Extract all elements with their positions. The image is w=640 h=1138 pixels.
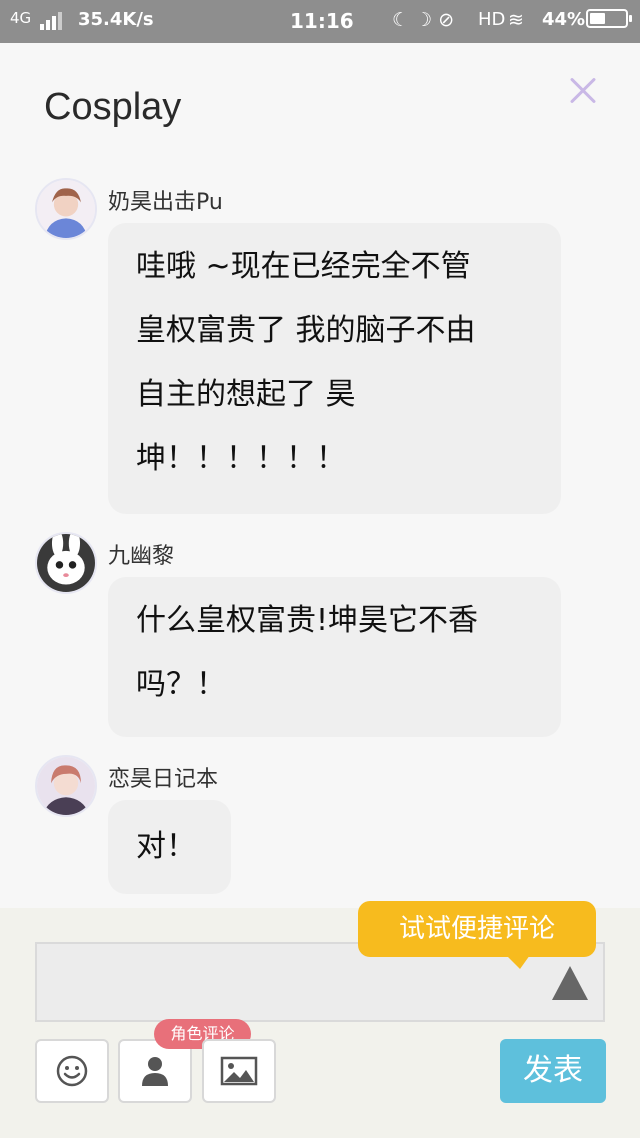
comment-line: 坤！！！！！！ (136, 441, 346, 476)
emoji-icon (56, 1055, 88, 1087)
quick-comment-tip-label: 试试便捷评论 (398, 914, 555, 944)
quick-comment-tip[interactable]: 试试便捷评论 (358, 901, 596, 969)
comment-line: 吗？！ (136, 667, 226, 702)
comment-line: 对！ (136, 829, 196, 864)
person-icon (142, 1057, 168, 1086)
hd-indicator: HD (478, 9, 506, 30)
comment-line: 自主的想起了 昊 (136, 377, 356, 412)
comment-bubble: 对！ (108, 800, 231, 894)
status-bar: 4G 35.4K/s 11:16 ☾ ☽ ⊘ HD ≋ 44% (0, 0, 640, 43)
avatar[interactable] (35, 755, 97, 817)
comment-bubble: 哇哦 ~现在已经完全不管 皇权富贵了 我的脑子不由 自主的想起了 昊 坤！！！！… (108, 223, 561, 514)
comment-bubble: 什么皇权富贵!坤昊它不香 吗？！ (108, 577, 561, 737)
emoji-button[interactable] (35, 1039, 109, 1103)
battery-percent: 44% (542, 9, 586, 30)
close-icon[interactable] (564, 72, 602, 110)
clock: 11:16 (290, 9, 354, 33)
battery-icon (586, 9, 632, 28)
avatar[interactable] (35, 178, 97, 240)
network-speed: 35.4K/s (78, 9, 154, 30)
network-type: 4G (10, 9, 32, 27)
publish-button[interactable]: 发表 (500, 1039, 606, 1103)
silent-icon: ⊘ (438, 9, 455, 31)
username[interactable]: 奶昊出击Pu (108, 184, 223, 216)
image-button[interactable] (202, 1039, 276, 1103)
comment-line: 什么皇权富贵!坤昊它不香 (136, 603, 479, 638)
send-arrow-icon[interactable] (552, 966, 588, 1000)
comment-line: 皇权富贵了 我的脑子不由 (136, 313, 476, 348)
username[interactable]: 九幽黎 (108, 538, 174, 570)
username[interactable]: 恋昊日记本 (108, 761, 218, 793)
image-icon (220, 1056, 258, 1086)
page-title: Cosplay (44, 86, 182, 128)
signal-icon (40, 9, 64, 30)
status-icons: ☾ ☽ ⊘ (392, 9, 454, 31)
comment-line: 哇哦 ~现在已经完全不管 (136, 249, 471, 284)
moon-icon: ☾ (392, 9, 410, 31)
avatar[interactable] (35, 532, 97, 594)
do-not-disturb-icon: ☽ (415, 9, 433, 31)
wifi-icon: ≋ (508, 9, 524, 31)
